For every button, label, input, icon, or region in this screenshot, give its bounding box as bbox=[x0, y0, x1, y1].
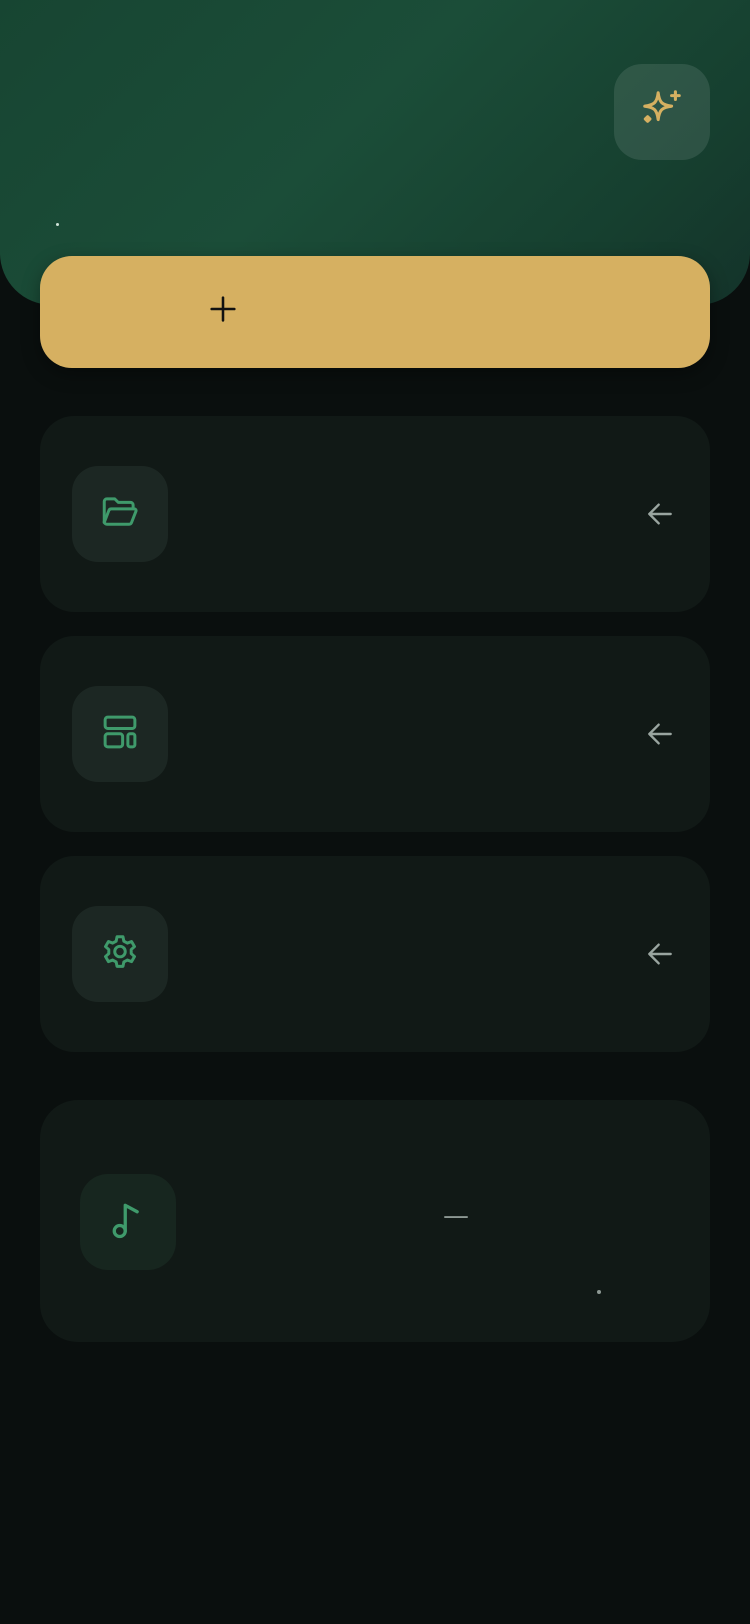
gear-icon bbox=[99, 931, 141, 977]
track-title: — bbox=[443, 1201, 469, 1231]
menu-icon-tile bbox=[72, 906, 168, 1002]
arrow-left-icon bbox=[644, 938, 676, 970]
arrow-left-icon bbox=[644, 498, 676, 530]
now-playing-card[interactable]: — bbox=[40, 1100, 710, 1342]
menu-card-settings[interactable] bbox=[40, 856, 710, 1052]
plus-icon bbox=[206, 292, 240, 330]
create-new-button[interactable] bbox=[40, 256, 710, 368]
header-dot bbox=[56, 223, 59, 226]
sparkle-button[interactable] bbox=[614, 64, 710, 160]
player-dot bbox=[597, 1290, 601, 1294]
menu-icon-tile bbox=[72, 466, 168, 562]
menu-card-files[interactable] bbox=[40, 416, 710, 612]
folder-open-icon bbox=[99, 491, 141, 537]
layout-grid-icon bbox=[99, 711, 141, 757]
menu-icon-tile bbox=[72, 686, 168, 782]
sparkle-icon bbox=[639, 87, 685, 137]
menu-card-layout[interactable] bbox=[40, 636, 710, 832]
music-icon-tile bbox=[80, 1174, 176, 1270]
arrow-left-icon bbox=[644, 718, 676, 750]
music-note-icon bbox=[106, 1198, 150, 1246]
